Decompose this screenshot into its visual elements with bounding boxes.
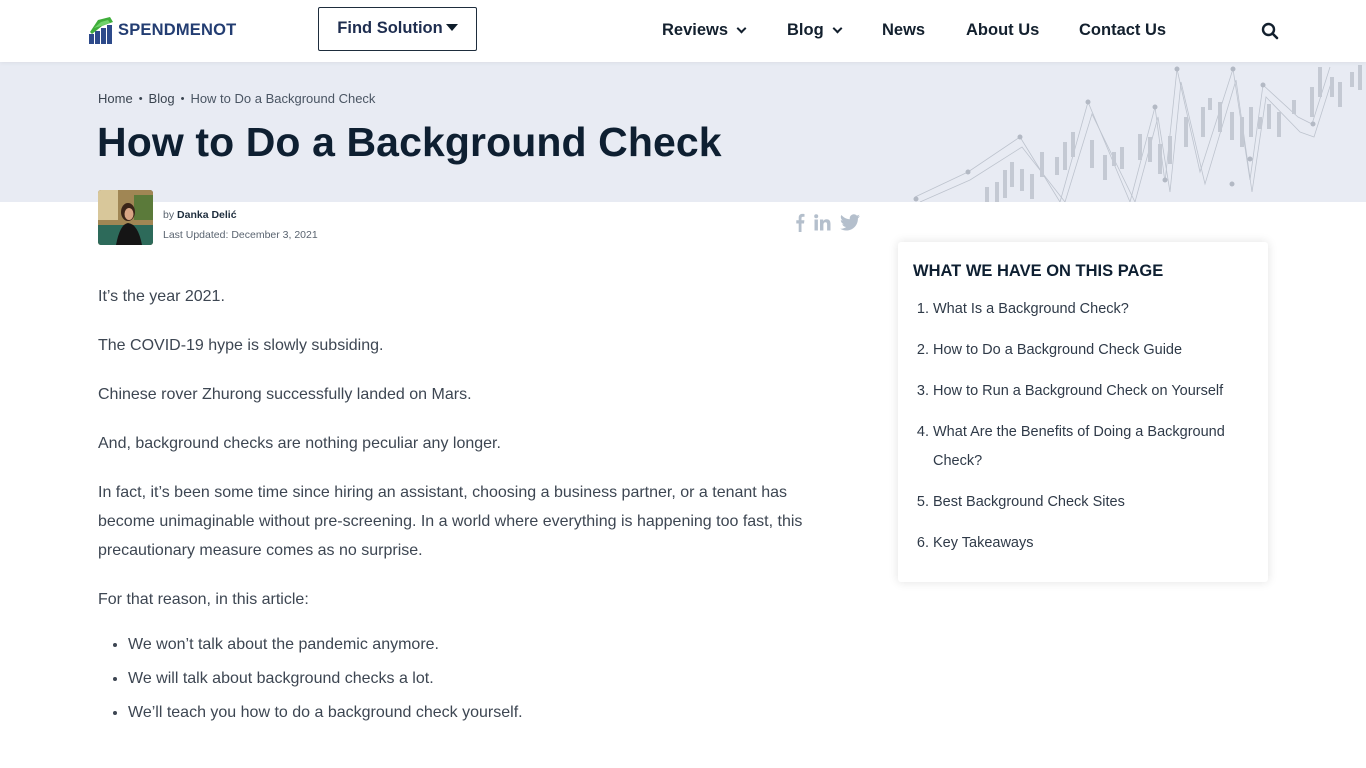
toc-item[interactable]: 5. Best Background Check Sites [913,488,1253,517]
toc-item-number: 5. [916,494,929,510]
author-byline: by Danka Delić [163,209,237,221]
article-paragraph: It’s the year 2021. [98,288,225,305]
chevron-down-icon [736,23,747,34]
article-body: It’s the year 2021. The COVID-19 hype is… [98,282,843,730]
toc-item-label: What Are the Benefits of Doing a Backgro… [933,424,1225,469]
last-updated: Last Updated: December 3, 2021 [163,229,318,241]
author-avatar[interactable] [98,190,153,245]
toc-item-number: 4. [916,424,929,440]
nav-label: About Us [966,21,1040,39]
breadcrumb-separator: • [138,92,143,105]
nav-label: Reviews [662,21,729,39]
breadcrumb-current: How to Do a Background Check [190,91,376,106]
toc-item[interactable]: 1. What Is a Background Check? [913,295,1253,324]
toc-item-label: How to Run a Background Check on Yoursel… [933,383,1224,399]
chevron-down-icon [832,23,843,34]
linkedin-icon[interactable] [814,214,831,231]
candlestick-background-graphic [913,65,1362,202]
toc-item-label: How to Do a Background Check Guide [933,342,1183,358]
nav-item-blog[interactable]: Blog [787,21,843,40]
twitter-icon[interactable] [840,214,860,231]
find-solution-label: Find Solution [337,19,443,37]
toc-item[interactable]: 4. What Are the Benefits of Doing a Backg… [913,418,1253,476]
share-buttons [795,213,860,232]
article-paragraph: Chinese rover Zhurong successfully lande… [98,386,472,403]
site-logo[interactable]: SPENDMENOT [88,16,236,44]
toc-item[interactable]: 6. Key Takeaways [913,529,1253,558]
by-label: by [163,209,175,221]
facebook-icon[interactable] [795,213,805,232]
author-name[interactable]: Danka Delić [177,209,237,221]
toc-item-number: 3. [916,383,929,399]
search-icon[interactable] [1261,22,1279,40]
breadcrumb-home[interactable]: Home [98,91,133,106]
toc-item[interactable]: 2. How to Do a Background Check Guide [913,336,1253,365]
bullet-item: We will talk about background checks a l… [128,662,843,696]
article-paragraph: And, background checks are nothing pecul… [98,435,501,452]
nav-label: Contact Us [1079,21,1167,39]
breadcrumb-separator: • [180,92,185,105]
toc-item-number: 1. [916,301,929,317]
nav-item-reviews[interactable]: Reviews [662,21,747,40]
article-paragraph: In fact, it’s been some time since hirin… [98,484,803,559]
breadcrumb-blog[interactable]: Blog [149,91,175,106]
toc-item-label: Best Background Check Sites [933,494,1125,510]
toc-item-number: 6. [916,535,929,551]
find-solution-button[interactable]: Find Solution [318,7,477,51]
nav-label: Blog [787,21,824,39]
updated-date: December 3, 2021 [231,229,318,241]
article-paragraph: The COVID-19 hype is slowly subsiding. [98,337,384,354]
logo-text: SPENDMENOT [118,20,237,39]
updated-label: Last Updated: [163,229,229,241]
table-of-contents: WHAT WE HAVE ON THIS PAGE 1. What Is a Ba… [898,242,1268,582]
article-paragraph: For that reason, in this article: [98,591,309,608]
logo-icon [88,16,114,44]
article-bullet-list: We won’t talk about the pandemic anymore… [128,628,843,730]
toc-item-label: Key Takeaways [933,535,1034,551]
toc-title: WHAT WE HAVE ON THIS PAGE [913,262,1164,280]
nav-label: News [882,21,926,39]
toc-item-number: 2. [916,342,929,358]
bullet-item: We’ll teach you how to do a background c… [128,696,843,730]
toc-list: 1. What Is a Background Check? 2. How to D… [913,295,1253,558]
toc-item-label: What Is a Background Check? [933,301,1129,317]
site-header: SPENDMENOT Find Solution Reviews Blog Ne… [0,0,1366,62]
caret-down-icon [445,24,458,31]
toc-item[interactable]: 3. How to Run a Background Check on Yours… [913,377,1253,406]
page-title: How to Do a Background Check [97,119,722,165]
nav-item-news[interactable]: News [882,21,925,40]
nav-item-contact-us[interactable]: Contact Us [1079,21,1166,40]
nav-item-about-us[interactable]: About Us [966,21,1039,40]
breadcrumb: Home • Blog • How to Do a Background Che… [98,91,375,106]
bullet-item: We won’t talk about the pandemic anymore… [128,628,843,662]
